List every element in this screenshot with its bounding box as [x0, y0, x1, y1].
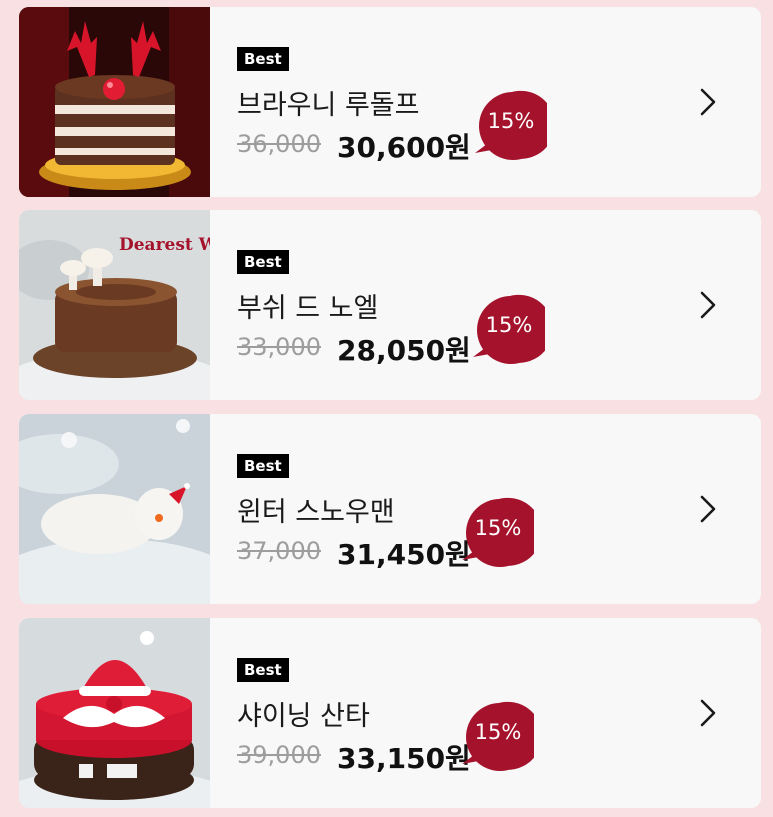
- sale-price: 30,600원: [337, 131, 471, 164]
- discount-label: 15%: [485, 313, 533, 337]
- discount-label: 15%: [487, 109, 535, 133]
- product-name: 윈터 스노우맨: [237, 497, 395, 528]
- log-cake-image: Dearest Winter: [19, 210, 210, 400]
- product-card[interactable]: Best 샤이닝 산타 39,000 33,150원 15%: [19, 618, 761, 808]
- chevron-right-icon[interactable]: [689, 492, 729, 526]
- best-badge: Best: [237, 658, 289, 682]
- chevron-right-icon[interactable]: [689, 85, 729, 119]
- product-image: [19, 618, 210, 808]
- product-list: Best 브라우니 루돌프 36,000 30,600원 15% Dearest…: [0, 0, 773, 817]
- chevron-right-icon[interactable]: [689, 696, 729, 730]
- product-image: [19, 414, 210, 604]
- product-name: 샤이닝 산타: [237, 701, 370, 732]
- reindeer-brownie-cake-image: [19, 7, 210, 197]
- chevron-right-icon[interactable]: [689, 288, 729, 322]
- original-price: 37,000: [237, 537, 321, 565]
- discount-bubble: 15%: [471, 89, 547, 163]
- original-price: 33,000: [237, 333, 321, 361]
- original-price: 39,000: [237, 741, 321, 769]
- product-image: [19, 7, 210, 197]
- product-name: 브라우니 루돌프: [237, 90, 420, 121]
- snowman-cake-image: [19, 414, 210, 604]
- sale-price: 33,150원: [337, 742, 471, 775]
- best-badge: Best: [237, 250, 289, 274]
- original-price: 36,000: [237, 130, 321, 158]
- santa-cake-image: [19, 618, 210, 808]
- discount-bubble: 15%: [458, 496, 534, 570]
- sale-price: 31,450원: [337, 538, 471, 571]
- discount-label: 15%: [474, 720, 522, 744]
- product-card[interactable]: Best 브라우니 루돌프 36,000 30,600원 15%: [19, 7, 761, 197]
- best-badge: Best: [237, 454, 289, 478]
- discount-bubble: 15%: [458, 700, 534, 774]
- product-image: Dearest Winter: [19, 210, 210, 400]
- image-caption-line1: Dearest Winter: [119, 235, 210, 255]
- best-badge: Best: [237, 47, 289, 71]
- product-card[interactable]: Dearest Winter Best 부쉬 드 노엘 33,000 28,05…: [19, 210, 761, 400]
- product-name: 부쉬 드 노엘: [237, 293, 379, 324]
- discount-bubble: 15%: [469, 293, 545, 367]
- sale-price: 28,050원: [337, 334, 471, 367]
- product-card[interactable]: Best 윈터 스노우맨 37,000 31,450원 15%: [19, 414, 761, 604]
- discount-label: 15%: [474, 516, 522, 540]
